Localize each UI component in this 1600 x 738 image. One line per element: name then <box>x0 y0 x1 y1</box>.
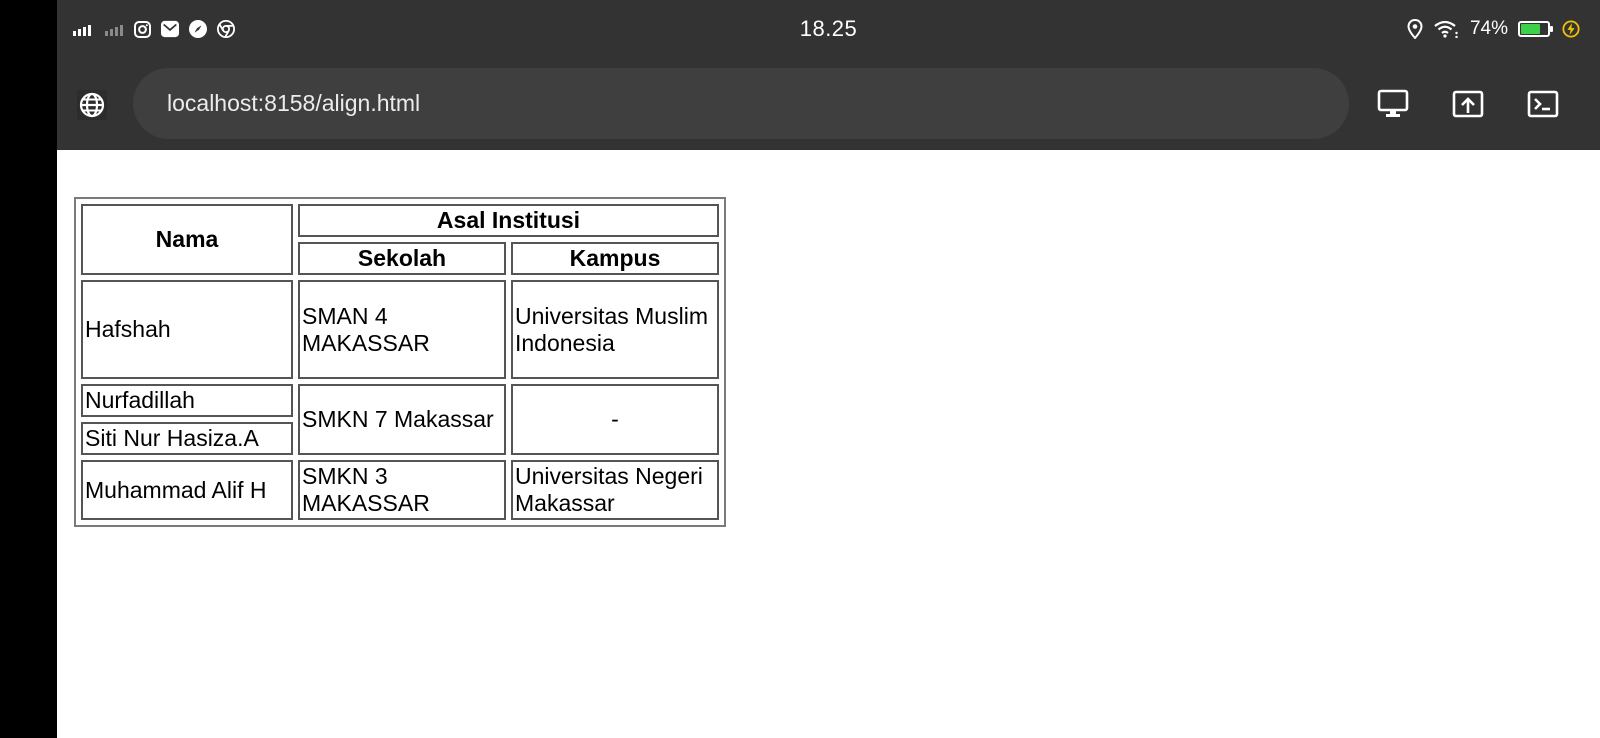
location-icon <box>1406 19 1424 39</box>
clock: 18.25 <box>799 16 858 41</box>
cell-sekolah: SMKN 7 Makassar <box>298 384 506 455</box>
status-right: 74% <box>1406 17 1580 41</box>
url-text[interactable]: localhost:8158/align.html <box>167 90 420 117</box>
cell-kampus: Universitas Negeri Makassar <box>511 460 719 520</box>
battery-percent: 74% <box>1469 18 1508 39</box>
browser-screen: 18.25 74% localhost:8158/align.html Nama… <box>57 0 1600 738</box>
share-icon[interactable] <box>1451 87 1485 121</box>
header-nama: Nama <box>81 204 293 275</box>
institution-table: Nama Asal Institusi Sekolah Kampus Hafsh… <box>74 197 726 527</box>
cell-nama: Hafshah <box>81 280 293 379</box>
table-row: Nurfadillah SMKN 7 Makassar - <box>81 384 719 455</box>
table-row: Muhammad Alif H SMKN 3 MAKASSAR Universi… <box>81 460 719 520</box>
header-sekolah: Sekolah <box>298 242 506 275</box>
browser-toolbar: localhost:8158/align.html <box>57 59 1600 150</box>
cell-sekolah: SMAN 4 MAKASSAR <box>298 280 506 379</box>
battery-fill <box>1521 24 1540 34</box>
address-bar[interactable]: localhost:8158/align.html <box>133 68 1349 139</box>
charging-icon <box>1562 20 1580 38</box>
header-asal-institusi: Asal Institusi <box>298 204 719 237</box>
table-row: Hafshah SMAN 4 MAKASSAR Universitas Musl… <box>81 280 719 379</box>
globe-icon[interactable] <box>77 90 107 120</box>
battery-icon <box>1518 21 1553 37</box>
header-kampus: Kampus <box>511 242 719 275</box>
terminal-icon[interactable] <box>1526 87 1560 121</box>
status-bar: 18.25 74% <box>57 0 1600 59</box>
cell-nama: Siti Nur Hasiza.A <box>81 422 293 455</box>
cell-sekolah: SMKN 3 MAKASSAR <box>298 460 506 520</box>
wifi-icon <box>1434 20 1460 38</box>
cell-nama: Muhammad Alif H <box>81 460 293 520</box>
cell-kampus: - <box>511 384 719 455</box>
desktop-site-icon[interactable] <box>1376 87 1410 121</box>
cell-nama: Nurfadillah <box>81 384 293 417</box>
cell-kampus: Universitas Muslim Indonesia <box>511 280 719 379</box>
